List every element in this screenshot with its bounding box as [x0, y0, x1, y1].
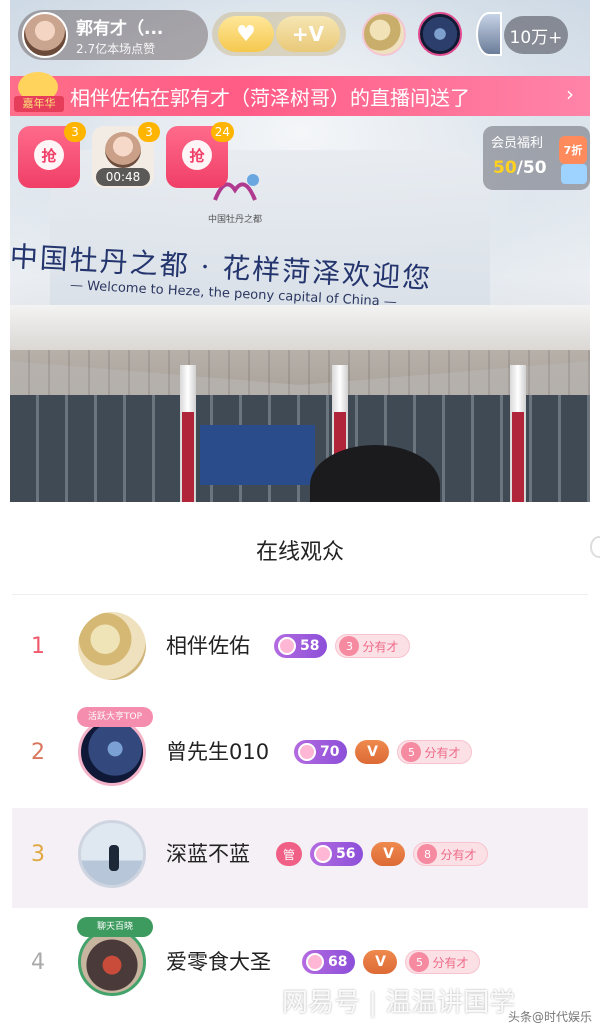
fortune-bag[interactable]: 3 00:48	[92, 122, 160, 188]
red-packet[interactable]: 抢 24	[166, 122, 234, 188]
red-packet-icon: 抢	[182, 140, 212, 170]
user-tags: 58 3 分有才	[274, 634, 410, 660]
watermark: 网易号 | 温温讲国学	[282, 988, 516, 1018]
gem-icon	[314, 845, 332, 863]
announcement-text: 相伴佐佑在郭有才（菏泽树哥）的直播间送了	[70, 86, 470, 110]
avatar-frame-label: 聊天百晓	[77, 917, 153, 937]
gem-icon	[278, 637, 296, 655]
top-viewer-avatar[interactable]	[476, 12, 502, 56]
user-name: 曾先生010	[166, 740, 270, 764]
sign-small-text: 中国牡丹之都	[208, 215, 263, 225]
gift-announcement-banner[interactable]: 嘉年华 相伴佐佑在郭有才（菏泽树哥）的直播间送了 ›	[10, 72, 590, 116]
admin-badge: 管	[276, 842, 302, 866]
member-benefits-value: 50/50	[493, 158, 547, 178]
level-badge: 70	[294, 740, 348, 764]
top-viewer-avatar[interactable]	[362, 12, 406, 56]
host-avatar[interactable]	[22, 12, 68, 58]
rank-number: 1	[31, 634, 45, 659]
divider	[12, 594, 588, 595]
user-name: 爱零食大圣	[166, 950, 271, 974]
vip-badge: V	[355, 740, 390, 764]
host-info[interactable]: 郭有才（... 2.7亿本场点赞	[18, 10, 208, 60]
watermark-sub: 头条@时代娱乐	[508, 1010, 593, 1024]
packet-count-badge: 3	[138, 122, 160, 142]
person-figure	[109, 845, 119, 871]
user-avatar[interactable]: 活跃大亨TOP	[77, 707, 153, 786]
follow-plus-v-button[interactable]: +V	[276, 16, 340, 52]
packet-count-badge: 24	[210, 122, 234, 142]
vip-badge: V	[371, 842, 406, 866]
avatar-frame-label: 活跃大亨TOP	[77, 707, 153, 727]
level-badge: 56	[310, 842, 364, 866]
vip-badge: V	[363, 950, 398, 974]
pillar	[510, 365, 526, 502]
member-benefits-title: 会员福利	[491, 136, 544, 151]
heart-icon: ♥	[236, 21, 256, 47]
pillar	[180, 365, 196, 502]
host-likes: 2.7亿本场点赞	[76, 42, 156, 56]
packet-count-badge: 3	[64, 122, 86, 142]
rank-number: 2	[31, 740, 45, 765]
audience-row[interactable]: 3 深蓝不蓝 管 56 V 8 分有才	[12, 808, 588, 908]
user-avatar[interactable]: 聊天百晓	[77, 917, 153, 996]
rank-number: 3	[31, 842, 45, 867]
user-tags: 70 V 5 分有才	[294, 740, 472, 766]
follow-group: ♥ +V	[212, 12, 346, 56]
gem-icon	[306, 953, 324, 971]
member-benefits-card[interactable]: 会员福利 50/50 7折	[483, 126, 590, 190]
gift-box-icon	[561, 164, 587, 184]
user-name: 相伴佐佑	[166, 634, 250, 658]
online-audience-panel: 在线观众 1 相伴佐佑 58 3 分有才 2 活跃大亨TOP 曾先生010 70 …	[0, 502, 600, 1031]
audience-row[interactable]: 2 活跃大亨TOP 曾先生010 70 V 5 分有才	[12, 706, 588, 806]
red-packet[interactable]: 抢 3	[18, 122, 86, 188]
packet-timer: 00:48	[96, 168, 150, 186]
host-name: 郭有才（...	[76, 19, 164, 39]
carnival-badge-icon: 嘉年华	[14, 70, 64, 120]
discount-tag: 7折	[559, 136, 587, 164]
user-tags: 管 56 V 8 分有才	[276, 842, 488, 868]
gem-icon	[298, 743, 316, 761]
level-badge: 68	[302, 950, 356, 974]
fan-club-badge: 3 分有才	[335, 634, 410, 658]
fan-club-badge: 5 分有才	[405, 950, 480, 974]
user-avatar[interactable]	[78, 612, 146, 680]
fan-club-heart-button[interactable]: ♥	[218, 16, 274, 52]
fan-club-badge: 5 分有才	[397, 740, 472, 764]
user-tags: 68 V 5 分有才	[302, 950, 480, 976]
entrance-screen	[200, 425, 315, 485]
audience-row[interactable]: 1 相伴佐佑 58 3 分有才	[12, 600, 588, 700]
fan-club-badge: 8 分有才	[413, 842, 488, 866]
panel-title: 在线观众	[255, 540, 344, 565]
rank-number: 4	[31, 950, 45, 975]
viewer-count-button[interactable]: 10万+	[504, 16, 568, 54]
user-name: 深蓝不蓝	[166, 842, 250, 866]
user-avatar[interactable]	[78, 820, 146, 888]
top-bar: 郭有才（... 2.7亿本场点赞 ♥ +V 10万+	[10, 6, 590, 62]
chevron-right-icon: ›	[566, 82, 574, 106]
fortune-bag-avatar	[105, 132, 141, 168]
level-badge: 58	[274, 634, 328, 658]
top-viewer-avatar[interactable]	[418, 12, 462, 56]
red-packet-icon: 抢	[34, 140, 64, 170]
